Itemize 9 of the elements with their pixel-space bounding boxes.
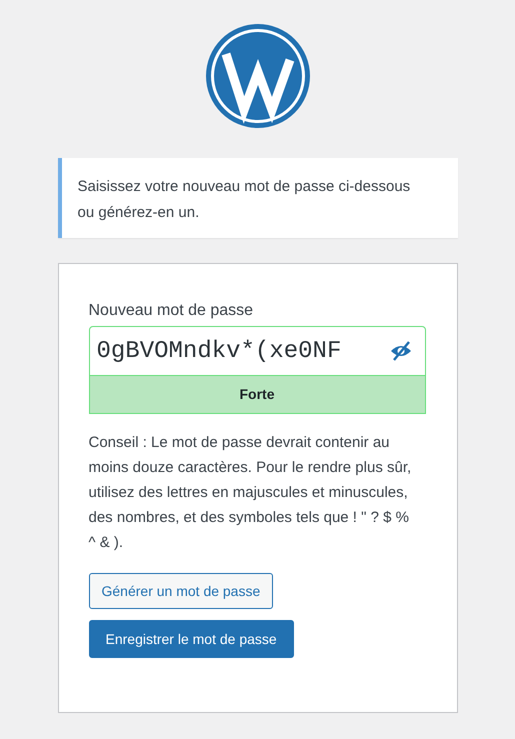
- save-password-button[interactable]: Enregistrer le mot de passe: [88, 620, 294, 658]
- strength-meter: Forte: [88, 376, 426, 414]
- info-message: Saisissez votre nouveau mot de passe ci-dessous ou générez-en un.: [58, 158, 458, 238]
- field-label: Nouveau mot de passe: [88, 302, 254, 320]
- logo-icon[interactable]: [206, 24, 310, 128]
- hint-text: Conseil : Le mot de passe devrait contenir au moins douze caractères. Pour le rendre plus sûr, utilisez des lettres en majuscules et minuscules, des nombres, et des symboles tels que ! " ? $ % ^ & ).: [88, 433, 412, 553]
- eye-slash-icon[interactable]: [388, 341, 412, 361]
- generate-password-button[interactable]: Générer un mot de passe: [88, 573, 274, 609]
- password-field[interactable]: 0gBVOMndkv*(xe0NF: [88, 326, 426, 376]
